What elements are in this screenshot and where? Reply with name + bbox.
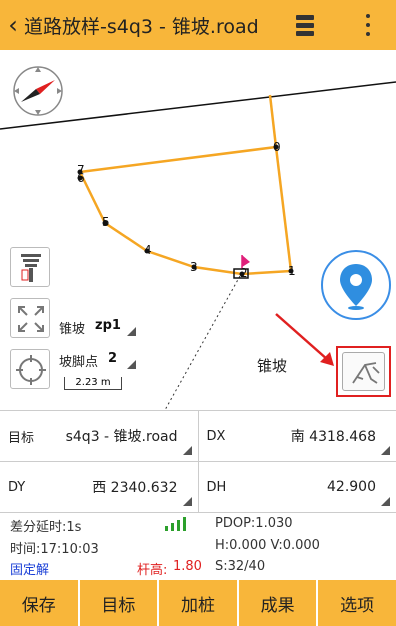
title-bar: ‹ 道路放样-s4q3 - 锥坡.road <box>0 0 396 50</box>
dx-label: DX <box>206 428 226 444</box>
diff-delay: 差分延时:1s <box>10 520 82 535</box>
bottom-toolbar: 保存 目标 加桩 成果 选项 <box>0 580 396 626</box>
toe-select[interactable]: 2 <box>108 351 117 366</box>
dx-cell[interactable]: DX 南 4318.468 <box>197 411 396 461</box>
dy-value: 西 2340.632 <box>92 480 178 496</box>
dropdown-arrow-icon <box>381 446 390 455</box>
target-value: s4q3 - 锥坡.road <box>65 429 178 445</box>
map-pin-icon <box>340 264 372 310</box>
fullscreen-icon <box>18 306 44 332</box>
status-panel: 差分延时:1s 时间:17:10:03 固定解 杆高: 1.80 PDOP:1.… <box>0 513 396 579</box>
scale-bar: 2.23 m <box>64 377 122 390</box>
dx-value: 南 4318.468 <box>290 429 376 445</box>
point-label: 3 <box>190 260 198 274</box>
dh-value: 42.900 <box>327 479 376 495</box>
chevron-left-icon[interactable]: ‹ <box>2 11 24 39</box>
more-vertical-icon[interactable] <box>358 14 378 36</box>
dropdown-arrow-icon <box>182 497 192 506</box>
page-title: 道路放样-s4q3 - 锥坡.road <box>24 15 259 38</box>
save-button[interactable]: 保存 <box>0 580 78 626</box>
pdop: PDOP:1.030 <box>215 516 293 531</box>
time: 时间:17:10:03 <box>10 542 99 557</box>
dropdown-arrow-icon <box>127 327 136 336</box>
slope-label: 锥坡 <box>257 357 288 375</box>
slope-tool-button[interactable] <box>336 346 391 397</box>
dh-cell[interactable]: DH 42.900 <box>197 462 396 512</box>
point-label: 2 <box>240 266 248 280</box>
info-grid: 目标 s4q3 - 锥坡.road DX 南 4318.468 DY 西 234… <box>0 410 396 513</box>
point-label: 4 <box>144 243 152 257</box>
dropdown-arrow-icon <box>381 497 390 506</box>
pole-height-label: 杆高: <box>137 563 168 578</box>
locate-center-button[interactable] <box>10 349 50 389</box>
mode-select[interactable]: zp1 <box>95 318 121 333</box>
dy-cell[interactable]: DY 西 2340.632 <box>0 462 198 512</box>
menu-icon[interactable] <box>290 10 320 40</box>
hv-precision: H:0.000 V:0.000 <box>215 538 320 553</box>
target-label: 目标 <box>8 430 35 446</box>
zoom-extent-button[interactable] <box>10 298 50 338</box>
pole-tool-button[interactable] <box>10 247 50 287</box>
point-label: 5 <box>102 215 110 229</box>
solution-status: 固定解 <box>10 563 50 578</box>
point-label: 1 <box>288 264 296 278</box>
toe-label: 坡脚点 <box>59 355 99 370</box>
point-label: 0 <box>273 140 281 154</box>
compass-icon <box>13 66 63 116</box>
signal-icon <box>165 517 186 531</box>
dropdown-arrow-icon <box>182 446 192 455</box>
satellites: S:32/40 <box>215 559 266 574</box>
options-button[interactable]: 选项 <box>318 580 396 626</box>
results-button[interactable]: 成果 <box>238 580 317 626</box>
survey-pole-icon <box>21 254 41 282</box>
dh-label: DH <box>206 479 227 495</box>
pole-height-value: 1.80 <box>173 559 202 574</box>
point-label: 7 <box>77 163 85 177</box>
mode-label: 锥坡 <box>59 322 86 337</box>
slope-icon <box>352 362 380 384</box>
target-button[interactable]: 目标 <box>79 580 158 626</box>
dy-label: DY <box>8 479 26 495</box>
crosshair-icon <box>16 355 46 385</box>
dropdown-arrow-icon <box>127 360 136 369</box>
add-stake-button[interactable]: 加桩 <box>159 580 237 626</box>
target-cell[interactable]: 目标 s4q3 - 锥坡.road <box>0 411 198 461</box>
